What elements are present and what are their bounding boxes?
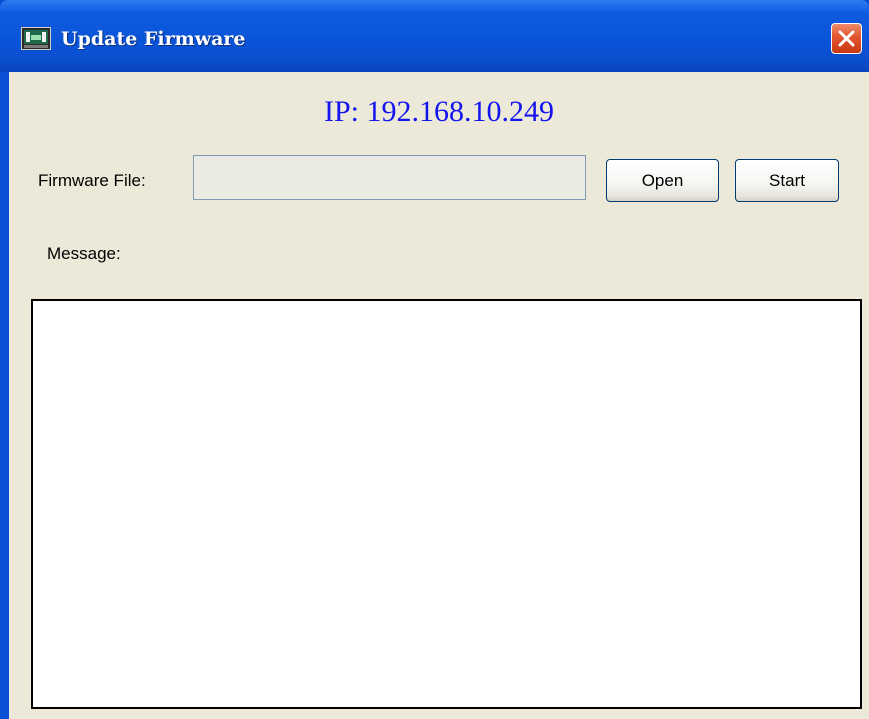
firmware-app-icon [21, 27, 51, 50]
title-bar[interactable]: Update Firmware [0, 0, 869, 72]
open-button[interactable]: Open [606, 159, 719, 202]
ip-address-label: IP: 192.168.10.249 [323, 95, 554, 128]
start-button[interactable]: Start [735, 159, 839, 202]
close-button[interactable] [831, 23, 862, 54]
firmware-file-label: Firmware File: [38, 171, 146, 190]
firmware-file-input[interactable] [193, 155, 586, 200]
update-firmware-window: Update Firmware IP: 192.168.10.249 Firmw… [0, 0, 869, 719]
message-area[interactable] [31, 299, 862, 709]
message-label: Message: [47, 244, 121, 263]
window-client-area: IP: 192.168.10.249 Firmware File: Open S… [9, 72, 869, 719]
window-title: Update Firmware [61, 28, 246, 50]
